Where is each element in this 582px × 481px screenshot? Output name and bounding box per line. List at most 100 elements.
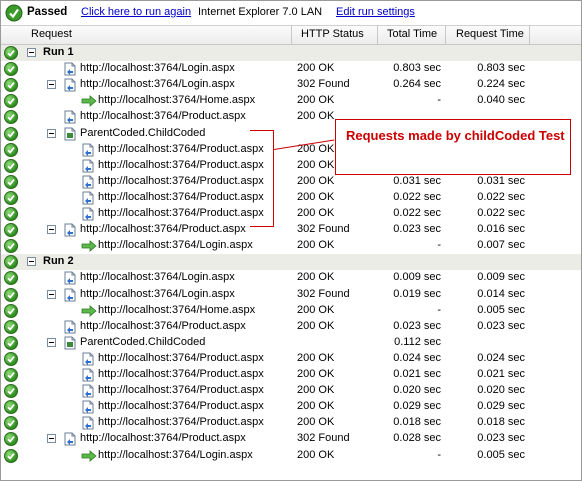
passed-check-icon bbox=[4, 174, 18, 189]
run-again-link[interactable]: Click here to run again bbox=[81, 6, 191, 18]
total-time-cell: 0.264 sec bbox=[393, 78, 441, 91]
http-status-cell: 200 OK bbox=[297, 303, 335, 316]
callout-bracket bbox=[250, 130, 274, 227]
total-time-cell: - bbox=[437, 448, 441, 461]
request-row[interactable]: http://localhost:3764/Product.aspx 200 OK… bbox=[1, 206, 581, 222]
passed-check-icon bbox=[4, 78, 18, 93]
passed-check-icon bbox=[4, 448, 18, 463]
request-time-cell: 0.007 sec bbox=[477, 239, 525, 252]
request-time-cell: 0.022 sec bbox=[477, 207, 525, 219]
request-row[interactable]: http://localhost:3764/Product.aspx 302 Fo… bbox=[1, 222, 581, 238]
collapse-toggle[interactable] bbox=[47, 289, 56, 299]
redirect-arrow-icon bbox=[81, 304, 97, 320]
redirect-arrow-icon bbox=[81, 95, 97, 110]
request-row[interactable]: http://localhost:3764/Product.aspx 200 OK… bbox=[1, 367, 581, 383]
request-row[interactable]: http://localhost:3764/Login.aspx 302 Foun… bbox=[1, 77, 581, 93]
overall-status: Passed bbox=[27, 6, 68, 18]
collapse-toggle[interactable] bbox=[47, 434, 56, 444]
request-url: http://localhost:3764/Product.aspx bbox=[98, 207, 264, 219]
http-status-cell: 200 OK bbox=[297, 400, 335, 413]
request-row[interactable]: http://localhost:3764/Product.aspx 200 OK… bbox=[1, 399, 581, 415]
http-status-cell: 200 OK bbox=[297, 158, 335, 171]
passed-check-icon bbox=[4, 46, 18, 60]
run-label: Run 1 bbox=[43, 46, 74, 58]
http-status-cell: 200 OK bbox=[297, 174, 335, 187]
request-row[interactable]: http://localhost:3764/Login.aspx 200 OK 0.… bbox=[1, 61, 581, 77]
passed-check-icon bbox=[4, 303, 18, 318]
passed-check-icon bbox=[4, 142, 18, 157]
request-row[interactable]: http://localhost:3764/Login.aspx 302 Foun… bbox=[1, 287, 581, 303]
collapse-toggle[interactable] bbox=[47, 128, 56, 138]
request-row[interactable]: http://localhost:3764/Login.aspx 200 OK 0.… bbox=[1, 270, 581, 286]
request-url: http://localhost:3764/Login.aspx bbox=[98, 448, 253, 461]
request-row[interactable]: http://localhost:3764/Product.aspx 200 OK… bbox=[1, 415, 581, 431]
passed-check-icon bbox=[4, 368, 18, 382]
request-url: http://localhost:3764/Product.aspx bbox=[98, 142, 264, 155]
request-url: http://localhost:3764/Home.aspx bbox=[98, 94, 256, 107]
web-test-results-panel: Passed Click here to run again Internet … bbox=[0, 0, 582, 481]
passed-check-icon bbox=[4, 335, 18, 350]
request-row[interactable]: http://localhost:3764/Login.aspx 200 OK - 0… bbox=[1, 238, 581, 254]
total-time-cell: 0.024 sec bbox=[393, 351, 441, 364]
request-url: http://localhost:3764/Product.aspx bbox=[98, 384, 264, 397]
collapse-toggle[interactable] bbox=[47, 225, 56, 235]
request-row[interactable]: ParentCoded.ChildCoded 0.112 sec bbox=[1, 335, 581, 351]
http-status-cell: 200 OK bbox=[297, 207, 335, 219]
run-row[interactable]: Run 2 bbox=[1, 254, 581, 271]
passed-check-icon bbox=[4, 158, 18, 173]
request-time-cell: 0.029 sec bbox=[477, 400, 525, 413]
collapse-toggle[interactable] bbox=[27, 48, 36, 57]
passed-check-icon bbox=[4, 94, 18, 109]
http-status-cell: 302 Found bbox=[297, 432, 350, 445]
request-time-cell: 0.014 sec bbox=[477, 287, 525, 300]
request-time-cell: 0.005 sec bbox=[477, 303, 525, 316]
request-time-cell: 0.009 sec bbox=[477, 271, 525, 284]
request-time-cell: 0.005 sec bbox=[477, 448, 525, 461]
request-row[interactable]: http://localhost:3764/Product.aspx 200 OK… bbox=[1, 174, 581, 190]
request-row[interactable]: http://localhost:3764/Product.aspx 200 OK… bbox=[1, 190, 581, 206]
total-time-cell: 0.029 sec bbox=[393, 400, 441, 413]
total-time-column-header[interactable]: Total Time bbox=[387, 28, 437, 40]
request-time-cell: 0.016 sec bbox=[477, 223, 525, 236]
edit-run-settings-link[interactable]: Edit run settings bbox=[336, 6, 415, 18]
request-column-header[interactable]: Request bbox=[31, 28, 72, 40]
request-url: http://localhost:3764/Login.aspx bbox=[80, 271, 235, 284]
passed-check-icon bbox=[4, 287, 18, 302]
collapse-toggle[interactable] bbox=[47, 80, 56, 90]
request-row[interactable]: http://localhost:3764/Product.aspx 200 OK… bbox=[1, 383, 581, 399]
http-status-column-header[interactable]: HTTP Status bbox=[301, 28, 364, 40]
total-time-cell: 0.009 sec bbox=[393, 271, 441, 284]
passed-check-icon bbox=[4, 223, 18, 238]
request-time-cell: 0.024 sec bbox=[477, 351, 525, 364]
http-status-cell: 200 OK bbox=[297, 384, 335, 397]
request-url: http://localhost:3764/Home.aspx bbox=[98, 303, 256, 316]
request-url: http://localhost:3764/Login.aspx bbox=[80, 78, 235, 91]
redirect-arrow-icon bbox=[81, 240, 97, 255]
request-time-cell: 0.018 sec bbox=[477, 416, 525, 429]
collapse-toggle[interactable] bbox=[27, 257, 36, 267]
total-time-cell: - bbox=[437, 239, 441, 252]
total-time-cell: 0.031 sec bbox=[393, 174, 441, 187]
request-row[interactable]: http://localhost:3764/Product.aspx 200 OK… bbox=[1, 319, 581, 335]
request-time-column-header[interactable]: Request Time bbox=[456, 28, 524, 40]
collapse-toggle[interactable] bbox=[47, 337, 56, 347]
total-time-cell: - bbox=[437, 94, 441, 107]
http-status-cell: 200 OK bbox=[297, 351, 335, 364]
run-row[interactable]: Run 1 bbox=[1, 45, 581, 61]
http-status-cell: 200 OK bbox=[297, 110, 335, 123]
total-time-cell: 0.023 sec bbox=[393, 223, 441, 236]
request-url: http://localhost:3764/Login.aspx bbox=[80, 287, 235, 300]
request-time-cell: 0.031 sec bbox=[477, 174, 525, 187]
request-row[interactable]: http://localhost:3764/Product.aspx 302 Fo… bbox=[1, 431, 581, 447]
request-row[interactable]: http://localhost:3764/Login.aspx 200 OK - 0… bbox=[1, 448, 581, 464]
total-time-cell: 0.023 sec bbox=[393, 319, 441, 332]
request-row[interactable]: http://localhost:3764/Home.aspx 200 OK - 0.… bbox=[1, 93, 581, 109]
request-url: http://localhost:3764/Product.aspx bbox=[98, 351, 264, 364]
request-url: http://localhost:3764/Product.aspx bbox=[80, 432, 246, 445]
request-row[interactable]: http://localhost:3764/Product.aspx 200 OK… bbox=[1, 351, 581, 367]
request-row[interactable]: http://localhost:3764/Home.aspx 200 OK - 0.… bbox=[1, 303, 581, 319]
request-url: ParentCoded.ChildCoded bbox=[80, 335, 206, 348]
browser-network-info: Internet Explorer 7.0 LAN bbox=[198, 6, 323, 18]
passed-check-icon bbox=[4, 351, 18, 366]
total-time-cell: 0.022 sec bbox=[393, 207, 441, 219]
